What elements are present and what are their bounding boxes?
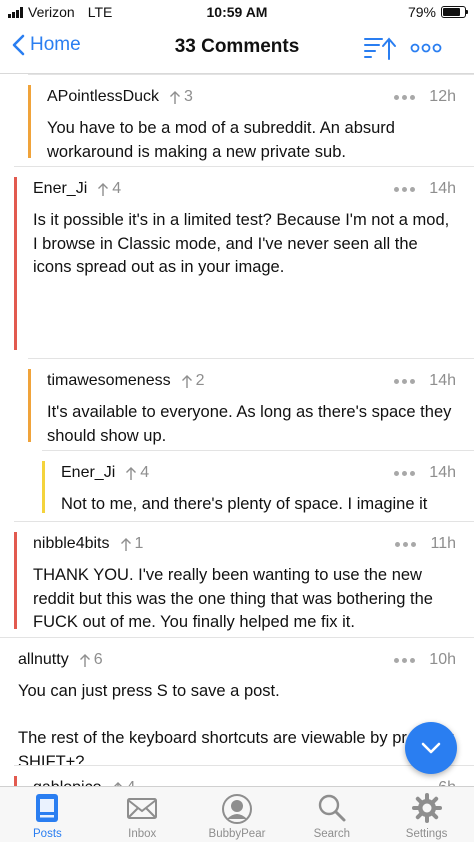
profile-icon	[221, 794, 252, 824]
tab-label: BubbyPear	[208, 828, 266, 840]
comment-author[interactable]: Ener_Ji	[61, 464, 115, 482]
comment-body: You can just press S to save a post. The…	[18, 682, 455, 765]
comment-body: Not to me, and there's plenty of space. …	[61, 495, 428, 521]
back-button[interactable]: Home	[12, 34, 81, 56]
comment-author[interactable]: nibble4bits	[33, 535, 110, 553]
thread-depth-bar	[14, 532, 17, 629]
comment-author[interactable]: allnutty	[18, 651, 69, 669]
vote-count: 1	[134, 535, 144, 552]
tab-label: Inbox	[128, 828, 157, 840]
chevron-down-icon	[421, 742, 441, 754]
thread-depth-bar	[14, 177, 17, 350]
battery-icon	[441, 6, 468, 18]
sort-button[interactable]	[363, 36, 397, 62]
comment-item[interactable]: Ener_Ji 4 14h Is it possible it's in a limi…	[14, 166, 474, 358]
comment-item[interactable]: gablopico46hTIL	[14, 765, 474, 786]
tab-bar: Posts Inbox BubbyPear Search Settings	[0, 786, 474, 842]
thread-depth-bar	[28, 85, 31, 158]
comment-body: Is it possible it's in a limited test? B…	[33, 211, 450, 276]
tab-label: Settings	[405, 828, 448, 840]
comment-score: 4	[112, 779, 136, 786]
comment-score: 6	[79, 651, 103, 669]
chevron-left-icon	[12, 34, 25, 56]
comment-timestamp: 12h	[429, 88, 456, 105]
tab-posts[interactable]: Posts	[0, 787, 95, 842]
comment-options-button[interactable]	[394, 378, 416, 384]
tab-label: Search	[313, 828, 350, 840]
vote-count: 6	[93, 651, 103, 668]
status-bar: Verizon LTE 10:59 AM 79%	[0, 0, 474, 24]
battery-fill	[443, 8, 460, 16]
comment-timestamp: 11h	[430, 535, 456, 552]
navigation-bar: Home 33 Comments	[0, 24, 474, 74]
vote-count: 4	[112, 180, 122, 197]
vote-count: 4	[127, 779, 136, 786]
comment-author[interactable]: gablopico	[33, 779, 102, 786]
posts-icon	[36, 794, 59, 822]
vote-count: 3	[184, 88, 193, 105]
comment-options-button[interactable]	[395, 541, 417, 547]
comment-score: 3	[169, 88, 193, 106]
comment-score: 4	[125, 464, 149, 482]
comment-timestamp: 14h	[429, 180, 456, 197]
back-label: Home	[30, 34, 81, 55]
arrow-up-icon	[120, 537, 131, 551]
comment-author[interactable]: Ener_Ji	[33, 180, 87, 198]
comment-author[interactable]: timawesomeness	[47, 372, 171, 390]
comment-item[interactable]: timawesomeness 2 14h It's available to ever…	[28, 358, 474, 450]
comment-options-button[interactable]	[394, 94, 416, 100]
tab-search[interactable]: Search	[284, 787, 379, 842]
comment-item[interactable]: APointlessDuck 3 12h You have to be a mod o…	[28, 74, 474, 166]
comment-timestamp: 6h	[438, 779, 456, 786]
comment-timestamp: 10h	[429, 651, 456, 668]
search-icon	[318, 794, 346, 822]
thread-depth-bar	[42, 461, 45, 513]
envelope-icon	[127, 798, 158, 819]
comment-body: THANK YOU. I've really been wanting to u…	[33, 566, 433, 631]
comment-body: It's available to everyone. As long as t…	[47, 403, 452, 445]
comment-item[interactable]: nibble4bits 1 11h THANK YOU. I've really be…	[14, 521, 474, 637]
thread-depth-bar	[28, 369, 31, 442]
sort-icon	[364, 37, 396, 60]
tab-inbox[interactable]: Inbox	[95, 787, 190, 842]
comment-timestamp: 14h	[429, 372, 456, 389]
next-comment-button[interactable]	[405, 722, 457, 774]
battery-percent: 79%	[407, 4, 436, 20]
comment-author[interactable]: APointlessDuck	[47, 88, 159, 106]
arrow-up-icon	[79, 653, 90, 667]
battery-info: 79%	[407, 4, 468, 20]
comment-body: You have to be a mod of a subreddit. An …	[47, 119, 395, 161]
thread-depth-bar	[14, 776, 17, 786]
more-options-button[interactable]	[410, 38, 442, 58]
comment-timestamp: 14h	[429, 464, 456, 481]
tab-settings[interactable]: Settings	[379, 787, 474, 842]
comment-item[interactable]: allnutty 6 10h You can just press S to save…	[0, 637, 474, 765]
more-icon	[410, 43, 442, 53]
gear-icon	[411, 793, 442, 823]
arrow-up-icon	[126, 466, 137, 480]
comment-list[interactable]: APointlessDuck 3 12h You have to be a mod o…	[0, 74, 474, 786]
comment-score: 4	[97, 180, 121, 198]
arrow-up-icon	[181, 374, 192, 388]
comment-item[interactable]: Ener_Ji 4 14h Not to me, and there's plenty…	[42, 450, 474, 521]
arrow-up-icon	[170, 90, 181, 104]
comment-options-button[interactable]	[394, 470, 416, 476]
vote-count: 4	[140, 464, 150, 481]
vote-count: 2	[195, 372, 205, 389]
tab-label: Posts	[33, 828, 62, 840]
comment-options-button[interactable]	[394, 657, 416, 663]
comment-score: 1	[120, 535, 144, 553]
arrow-up-icon	[98, 182, 109, 196]
tab-profile[interactable]: BubbyPear	[190, 787, 285, 842]
comment-score: 2	[181, 372, 205, 390]
comment-options-button[interactable]	[394, 186, 416, 192]
status-time: 10:59 AM	[206, 4, 268, 20]
